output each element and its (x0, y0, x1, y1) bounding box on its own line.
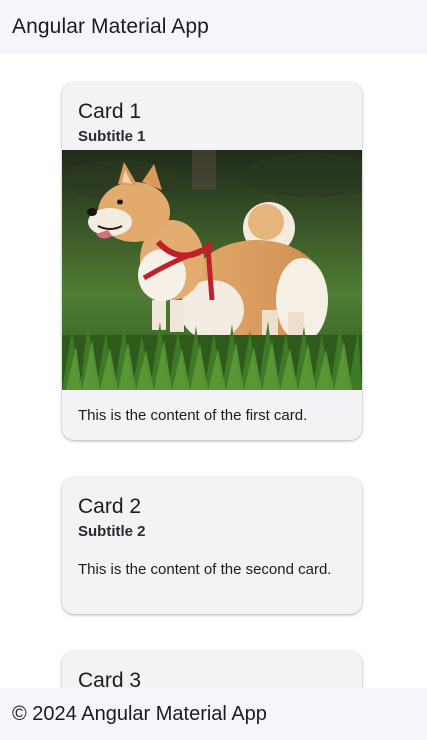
card-header: Card 1 Subtitle 1 (62, 82, 362, 147)
card-3: Card 3 (62, 651, 362, 688)
card-subtitle: Subtitle 1 (78, 128, 146, 145)
card-content: This is the content of the second card. (78, 561, 332, 578)
footer-copyright: © 2024 Angular Material App (12, 702, 267, 725)
card-2: Card 2 Subtitle 2 This is the content of… (62, 477, 362, 614)
card-1: Card 1 Subtitle 1 This is the content of… (62, 82, 362, 440)
app-title: Angular Material App (12, 15, 209, 38)
dog-photo (62, 150, 362, 390)
card-header: Card 3 (62, 651, 362, 688)
app-toolbar: Angular Material App (0, 0, 427, 54)
app-footer: © 2024 Angular Material App (0, 688, 427, 740)
card-list[interactable]: Card 1 Subtitle 1 This is the content of… (0, 54, 427, 688)
card-header: Card 2 Subtitle 2 (62, 477, 362, 542)
card-subtitle: Subtitle 2 (78, 523, 146, 540)
card-content: This is the content of the first card. (78, 407, 308, 424)
card-title: Card 3 (78, 669, 142, 688)
card-title: Card 2 (78, 495, 142, 518)
card-title: Card 1 (78, 100, 142, 123)
